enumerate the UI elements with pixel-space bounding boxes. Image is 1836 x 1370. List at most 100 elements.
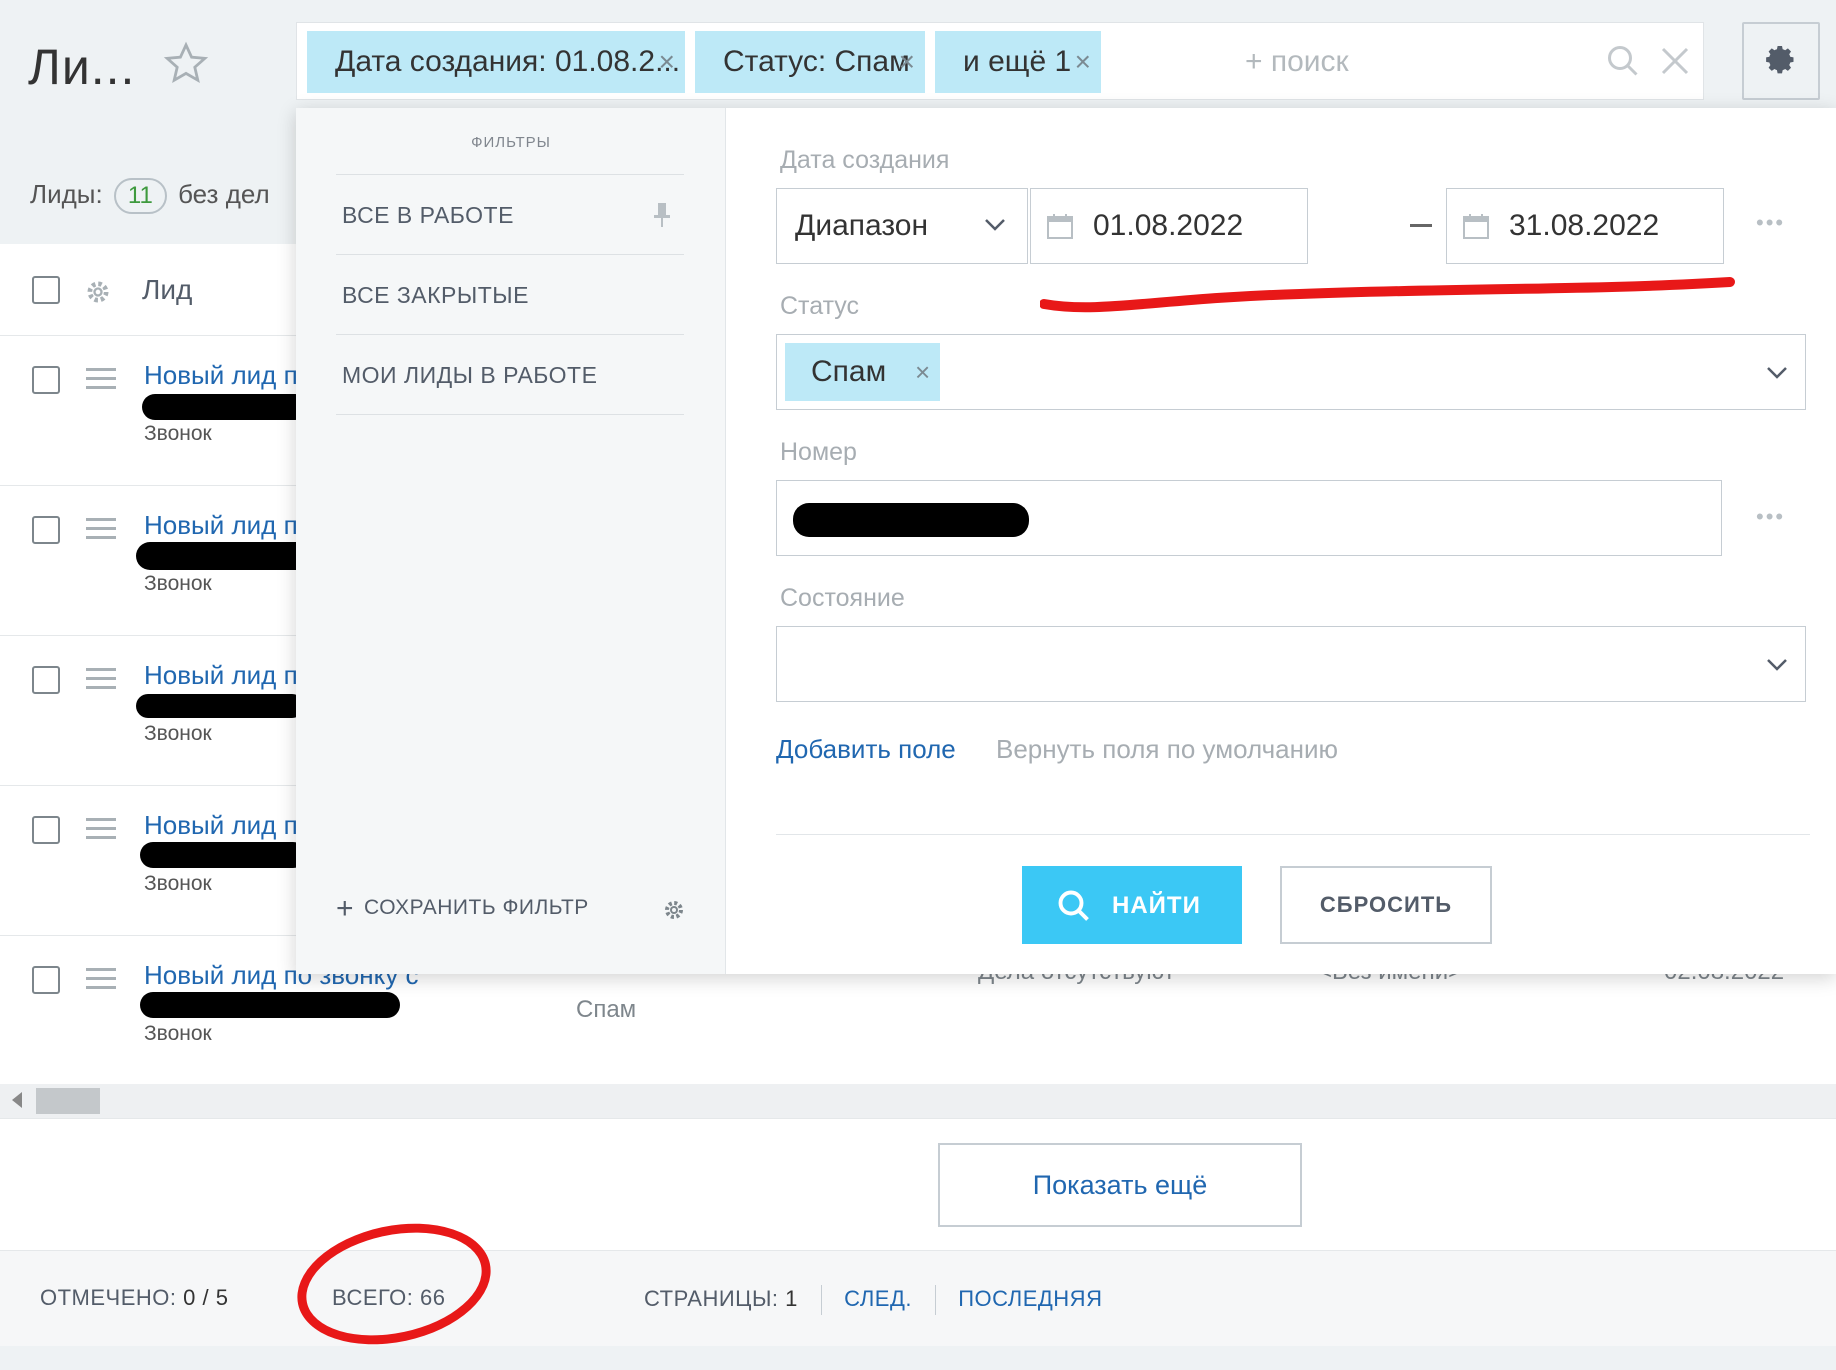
preset-all-closed[interactable]: ВСЕ ЗАКРЫТЫЕ bbox=[336, 254, 684, 334]
find-button[interactable]: НАЙТИ bbox=[1022, 866, 1242, 944]
chip-remove-icon[interactable]: × bbox=[1075, 31, 1091, 93]
lead-title-link[interactable]: Новый лид п bbox=[144, 810, 298, 841]
plus-icon: + bbox=[336, 892, 355, 925]
field-label-date: Дата создания bbox=[780, 146, 950, 174]
field-label-number: Номер bbox=[780, 438, 857, 466]
pages-label: СТРАНИЦЫ: bbox=[644, 1285, 779, 1311]
lead-source: Звонок bbox=[144, 572, 212, 595]
range-dash bbox=[1410, 224, 1432, 227]
filter-chip-label: Статус: Спам bbox=[723, 45, 910, 78]
filter-popup: ФИЛЬТРЫ ВСЕ В РАБОТЕ ВСЕ ЗАКРЫТЫЕ МОИ ЛИ… bbox=[296, 108, 1836, 974]
pin-icon[interactable] bbox=[652, 201, 672, 229]
filter-search-bar[interactable]: Дата создания: 01.08.2... × Статус: Спам… bbox=[296, 22, 1704, 100]
drag-handle-icon[interactable] bbox=[86, 968, 116, 995]
filter-fields-panel: Дата создания Диапазон 01.08.2022 31.08.… bbox=[726, 108, 1836, 974]
gear-icon bbox=[1766, 45, 1794, 74]
save-filter-button[interactable]: + СОХРАНИТЬ ФИЛЬТР bbox=[336, 892, 589, 926]
lead-counter: Лиды: 11 без дел bbox=[30, 178, 270, 214]
filter-chip-date[interactable]: Дата создания: 01.08.2... × bbox=[307, 31, 685, 93]
row-checkbox[interactable] bbox=[32, 666, 60, 694]
chip-remove-icon[interactable]: × bbox=[659, 31, 675, 93]
lead-title-link[interactable]: Новый лид п bbox=[144, 660, 298, 691]
show-more-button[interactable]: Показать ещё bbox=[938, 1143, 1302, 1227]
settings-button[interactable] bbox=[1742, 22, 1820, 100]
redaction-mark bbox=[793, 503, 1029, 537]
counter-badge[interactable]: 11 bbox=[113, 178, 167, 214]
selected-value: 0 / 5 bbox=[183, 1285, 229, 1310]
date-to-value: 31.08.2022 bbox=[1509, 209, 1660, 242]
restore-fields-link[interactable]: Вернуть поля по умолчанию bbox=[996, 734, 1338, 765]
status-tag[interactable]: Спам × bbox=[785, 343, 941, 401]
chevron-down-icon bbox=[1767, 367, 1787, 379]
reset-button[interactable]: СБРОСИТЬ bbox=[1280, 866, 1492, 944]
search-icon[interactable] bbox=[1605, 43, 1641, 79]
calendar-icon[interactable] bbox=[1045, 211, 1075, 241]
fields-divider bbox=[776, 834, 1810, 835]
filter-chip-label: и ещё 1 bbox=[963, 45, 1072, 78]
field-label-status: Статус bbox=[780, 292, 860, 320]
calendar-icon[interactable] bbox=[1461, 211, 1491, 241]
next-page-link[interactable]: СЛЕД. bbox=[844, 1286, 912, 1311]
drag-handle-icon[interactable] bbox=[86, 668, 116, 695]
grid-footer: ОТМЕЧЕНО: 0 / 5 ВСЕГО: 66 СТРАНИЦЫ: 1 СЛ… bbox=[0, 1250, 1836, 1346]
clear-icon[interactable] bbox=[1657, 43, 1693, 79]
lead-title-link[interactable]: Новый лид п bbox=[144, 510, 298, 541]
filter-chip-status[interactable]: Статус: Спам × bbox=[695, 31, 925, 93]
last-page-link[interactable]: ПОСЛЕДНЯЯ bbox=[958, 1286, 1102, 1311]
chip-remove-icon[interactable]: × bbox=[899, 31, 915, 93]
preset-all-in-work[interactable]: ВСЕ В РАБОТЕ bbox=[336, 174, 684, 254]
date-range-select[interactable]: Диапазон bbox=[776, 188, 1028, 264]
more-options-icon[interactable]: ••• bbox=[1756, 210, 1785, 236]
star-icon[interactable] bbox=[162, 40, 210, 88]
state-select[interactable] bbox=[776, 626, 1806, 702]
lead-source: Звонок bbox=[144, 872, 212, 895]
scrollbar-thumb[interactable] bbox=[36, 1088, 100, 1114]
redaction-mark bbox=[136, 542, 310, 570]
preset-label: ВСЕ В РАБОТЕ bbox=[342, 202, 514, 228]
presets-title: ФИЛЬТРЫ bbox=[471, 134, 551, 151]
field-label-state: Состояние bbox=[780, 584, 905, 612]
lead-title-link[interactable]: Новый лид п bbox=[144, 360, 298, 391]
row-checkbox[interactable] bbox=[32, 966, 60, 994]
pagination: СТРАНИЦЫ: 1 СЛЕД. ПОСЛЕДНЯЯ bbox=[644, 1285, 1102, 1315]
filter-chip-more[interactable]: и ещё 1 × bbox=[935, 31, 1101, 93]
preset-label: МОИ ЛИДЫ В РАБОТЕ bbox=[342, 362, 598, 388]
column-header-lead[interactable]: Лид bbox=[142, 274, 192, 306]
drag-handle-icon[interactable] bbox=[86, 818, 116, 845]
status-multiselect[interactable]: Спам × bbox=[776, 334, 1806, 410]
lead-source: Звонок bbox=[144, 422, 212, 445]
chevron-down-icon bbox=[1767, 659, 1787, 671]
scroll-left-icon[interactable] bbox=[12, 1092, 22, 1108]
column-settings-icon[interactable] bbox=[84, 278, 112, 306]
red-underline-annotation bbox=[1040, 277, 1735, 313]
lead-status: Спам bbox=[576, 996, 637, 1023]
presets-divider bbox=[336, 414, 684, 415]
redaction-mark bbox=[140, 842, 306, 868]
horizontal-scrollbar[interactable] bbox=[0, 1084, 1836, 1118]
current-page: 1 bbox=[785, 1285, 798, 1311]
filter-presets-panel: ФИЛЬТРЫ ВСЕ В РАБОТЕ ВСЕ ЗАКРЫТЫЕ МОИ ЛИ… bbox=[296, 108, 726, 974]
add-field-link[interactable]: Добавить поле bbox=[776, 734, 956, 765]
row-checkbox[interactable] bbox=[32, 366, 60, 394]
date-mode-value: Диапазон bbox=[795, 209, 929, 242]
row-checkbox[interactable] bbox=[32, 816, 60, 844]
counter-label: Лиды: bbox=[30, 179, 103, 209]
preset-label: ВСЕ ЗАКРЫТЫЕ bbox=[342, 282, 530, 308]
more-options-icon[interactable]: ••• bbox=[1756, 504, 1785, 530]
lead-source: Звонок bbox=[144, 1022, 212, 1045]
save-filter-label: СОХРАНИТЬ ФИЛЬТР bbox=[364, 896, 589, 919]
filter-chip-label: Дата создания: 01.08.2... bbox=[335, 45, 681, 78]
drag-handle-icon[interactable] bbox=[86, 368, 116, 395]
preset-my-leads[interactable]: МОИ ЛИДЫ В РАБОТЕ bbox=[336, 334, 684, 414]
gear-icon[interactable] bbox=[662, 898, 686, 922]
find-button-label: НАЙТИ bbox=[1112, 892, 1201, 919]
search-icon bbox=[1058, 890, 1089, 921]
select-all-checkbox[interactable] bbox=[32, 276, 60, 304]
search-input[interactable]: + поиск bbox=[1245, 37, 1349, 87]
tag-remove-icon[interactable]: × bbox=[915, 343, 930, 401]
page-title: Ли... bbox=[28, 39, 136, 95]
chevron-down-icon bbox=[985, 219, 1005, 231]
number-input[interactable] bbox=[776, 480, 1722, 556]
row-checkbox[interactable] bbox=[32, 516, 60, 544]
drag-handle-icon[interactable] bbox=[86, 518, 116, 545]
